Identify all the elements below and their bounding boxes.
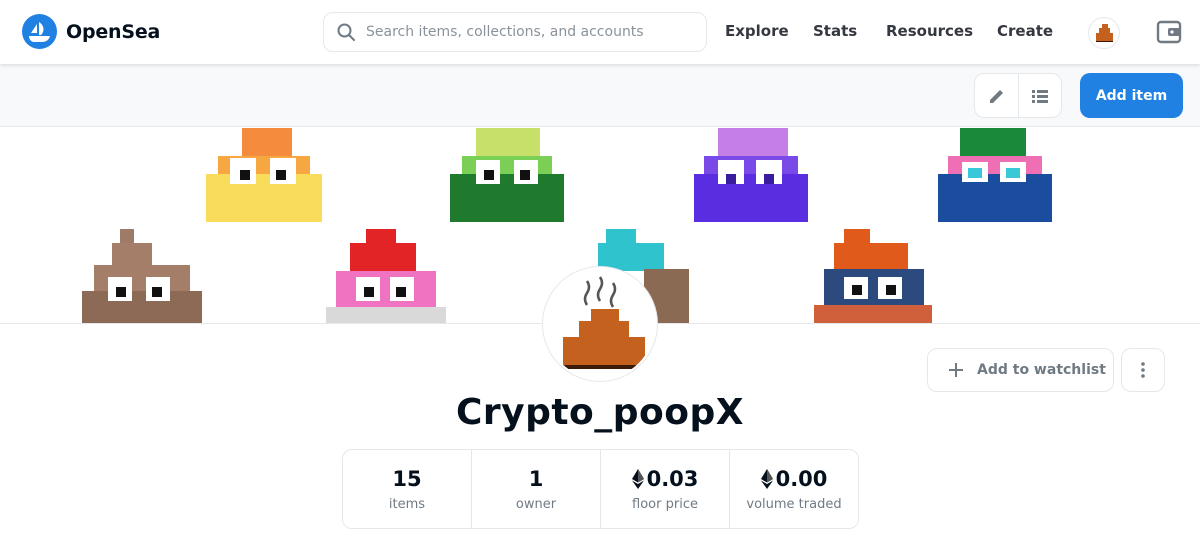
pencil-icon — [989, 89, 1003, 103]
plus-icon — [949, 363, 963, 377]
stat-floor-price[interactable]: 0.03 floor price — [600, 450, 729, 528]
banner-poop-orange — [206, 128, 322, 222]
collection-title: Crypto_poopX — [455, 392, 745, 433]
stat-value: 0.00 — [760, 467, 827, 491]
top-navigation: OpenSea Explore Stats Resources Create — [0, 0, 1200, 64]
banner-poop-blue — [938, 128, 1052, 222]
nav-link-explore[interactable]: Explore — [725, 22, 789, 40]
banner-poop-purple — [694, 128, 808, 222]
search-bar[interactable] — [323, 12, 707, 52]
opensea-logo[interactable]: OpenSea — [22, 14, 160, 49]
stat-items[interactable]: 15 items — [343, 450, 471, 528]
nav-link-create[interactable]: Create — [997, 22, 1053, 40]
brand-name: OpenSea — [66, 20, 161, 43]
collection-avatar — [543, 267, 657, 381]
stat-label: owner — [515, 496, 557, 512]
more-options-button[interactable] — [1121, 348, 1165, 392]
stat-value: 15 — [392, 466, 422, 491]
list-icon — [1032, 89, 1048, 103]
stat-value: 0.03 — [631, 467, 698, 491]
collection-stats: 15 items 1 owner 0.03 floor price 0.00 v… — [342, 449, 859, 529]
add-to-watchlist-button[interactable]: Add to watchlist — [927, 348, 1114, 392]
list-view-button[interactable] — [1018, 74, 1061, 117]
profile-avatar-button[interactable] — [1088, 17, 1120, 49]
banner-toolbar: Add item — [0, 64, 1200, 127]
banner-poop-green — [450, 128, 564, 222]
search-icon — [337, 23, 355, 41]
ethereum-icon — [760, 468, 773, 489]
stat-label: items — [388, 496, 426, 512]
stat-owners[interactable]: 1 owner — [471, 450, 600, 528]
opensea-logo-icon — [22, 14, 57, 49]
poop-avatar-icon — [563, 276, 645, 369]
more-vertical-icon — [1141, 362, 1145, 378]
banner-poop-pink — [326, 229, 446, 324]
edit-button[interactable] — [975, 74, 1018, 117]
stat-label: floor price — [632, 496, 698, 512]
watchlist-label: Add to watchlist — [977, 362, 1106, 378]
poop-avatar-icon — [1096, 24, 1113, 42]
banner-tool-group — [974, 73, 1062, 118]
banner-poop-navy — [814, 229, 932, 324]
add-item-button[interactable]: Add item — [1080, 73, 1183, 118]
stat-value: 1 — [528, 466, 544, 491]
ethereum-icon — [631, 468, 644, 489]
banner-poop-brown — [82, 229, 202, 324]
search-input[interactable] — [366, 24, 686, 40]
nav-link-resources[interactable]: Resources — [886, 22, 973, 40]
wallet-icon[interactable] — [1156, 19, 1182, 45]
stat-volume-traded[interactable]: 0.00 volume traded — [729, 450, 858, 528]
nav-link-stats[interactable]: Stats — [813, 22, 857, 40]
stat-label: volume traded — [746, 496, 842, 512]
